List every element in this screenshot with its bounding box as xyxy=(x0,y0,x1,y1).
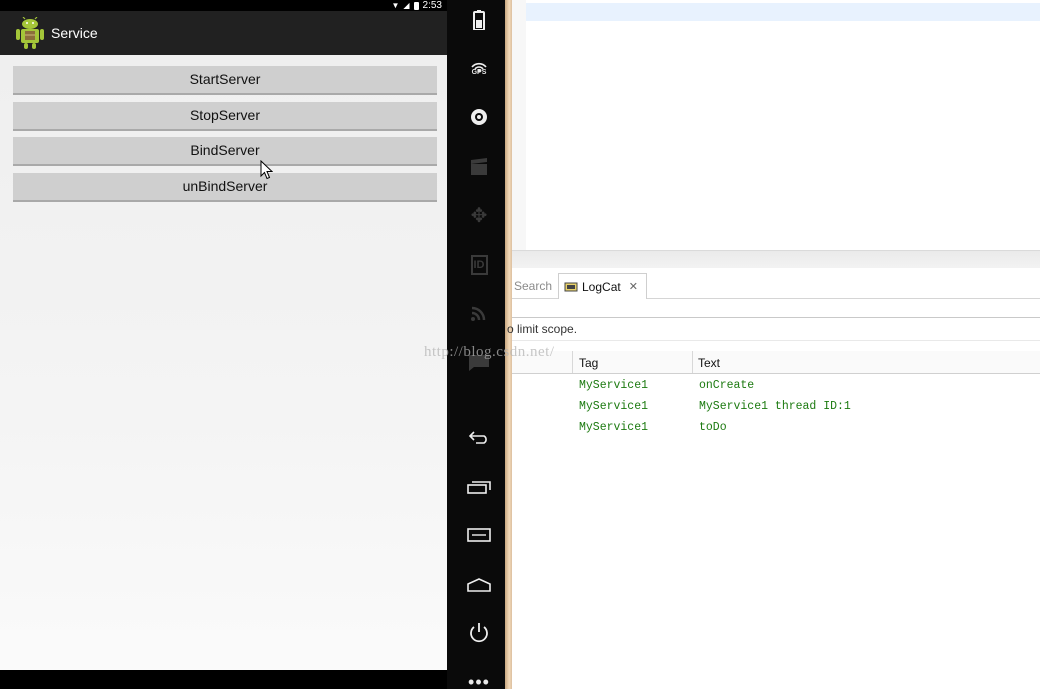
bind-server-button[interactable]: BindServer xyxy=(13,137,437,166)
id-control[interactable]: ID xyxy=(459,250,499,280)
gps-control[interactable]: GPS xyxy=(459,52,499,82)
editor-ruler xyxy=(512,0,526,250)
editor-current-line[interactable] xyxy=(526,3,1040,21)
logcat-filter-row: o limit scope. xyxy=(507,317,1040,341)
tab-logcat-label: LogCat xyxy=(582,279,621,294)
stop-server-button[interactable]: StopServer xyxy=(13,101,437,131)
battery-status-icon xyxy=(413,1,419,10)
filter-hint: o limit scope. xyxy=(507,322,578,336)
video-control[interactable] xyxy=(459,152,499,182)
wifi-icon: ▼ xyxy=(391,1,400,10)
logcat-table-header: Tag Text xyxy=(512,351,1040,374)
menu-icon xyxy=(467,528,491,542)
android-app-icon xyxy=(16,17,44,49)
home-control[interactable] xyxy=(459,570,499,600)
gps-label: GPS xyxy=(471,69,487,76)
android-nav-bar xyxy=(0,670,447,689)
status-time: 2:53 xyxy=(422,0,442,11)
column-header-text[interactable]: Text xyxy=(698,352,720,374)
recents-control[interactable] xyxy=(459,472,499,502)
power-control[interactable] xyxy=(459,618,499,648)
power-icon xyxy=(470,623,488,643)
log-tag: MyService1 xyxy=(579,379,649,392)
table-row[interactable]: MyService1 onCreate xyxy=(512,377,1040,398)
status-bar: ▼ ◢ 2:53 xyxy=(0,0,447,11)
back-icon xyxy=(468,431,487,444)
view-splitter[interactable] xyxy=(512,250,1040,269)
menu-control[interactable] xyxy=(459,520,499,550)
ide-window: Search LogCat ✕ o limit scope. Tag Text … xyxy=(507,0,1040,689)
log-text: MyService1 thread ID:1 xyxy=(699,400,851,413)
tab-search[interactable]: Search xyxy=(514,279,552,293)
log-tag: MyService1 xyxy=(579,400,649,413)
start-server-button[interactable]: StartServer xyxy=(13,66,437,95)
emulator-screen: ▼ ◢ 2:53 Service StartServer StopServer … xyxy=(0,0,447,689)
camera-icon xyxy=(471,109,487,125)
more-control[interactable]: ••• xyxy=(459,667,499,697)
close-icon[interactable]: ✕ xyxy=(629,280,638,293)
home-icon xyxy=(467,578,491,592)
tab-logcat[interactable]: LogCat ✕ xyxy=(558,273,647,299)
log-text: toDo xyxy=(699,421,727,434)
signal-icon: ◢ xyxy=(403,1,410,10)
view-tab-bar: Search LogCat ✕ xyxy=(512,268,1040,299)
more-icon: ••• xyxy=(468,672,490,692)
column-header-tag[interactable]: Tag xyxy=(579,352,598,374)
rss-icon xyxy=(471,306,486,321)
watermark: http://blog.csdn.net/ xyxy=(424,344,555,360)
logcat-rows: MyService1 onCreate MyService1 MyService… xyxy=(512,377,1040,440)
unbind-server-button[interactable]: unBindServer xyxy=(13,172,437,202)
battery-icon xyxy=(473,10,485,30)
video-icon xyxy=(471,158,487,175)
table-row[interactable]: MyService1 toDo xyxy=(512,419,1040,440)
mouse-cursor-icon xyxy=(260,160,273,180)
table-row[interactable]: MyService1 MyService1 thread ID:1 xyxy=(512,398,1040,419)
column-separator[interactable] xyxy=(572,351,573,373)
app-title: Service xyxy=(51,25,98,41)
logcat-icon xyxy=(564,282,578,291)
id-icon: ID xyxy=(470,255,488,275)
dpad-control[interactable]: ✥ xyxy=(459,200,499,230)
log-text: onCreate xyxy=(699,379,755,392)
button-list: StartServer StopServer BindServer unBind… xyxy=(13,66,437,208)
status-icons: ▼ ◢ 2:53 xyxy=(391,0,442,11)
recents-icon xyxy=(467,481,491,494)
dpad-icon: ✥ xyxy=(470,204,488,227)
battery-control[interactable] xyxy=(459,5,499,35)
back-control[interactable] xyxy=(459,422,499,452)
rss-control[interactable] xyxy=(459,298,499,328)
action-bar: Service xyxy=(0,11,447,55)
column-separator[interactable] xyxy=(692,351,693,373)
camera-control[interactable] xyxy=(459,102,499,132)
log-tag: MyService1 xyxy=(579,421,649,434)
